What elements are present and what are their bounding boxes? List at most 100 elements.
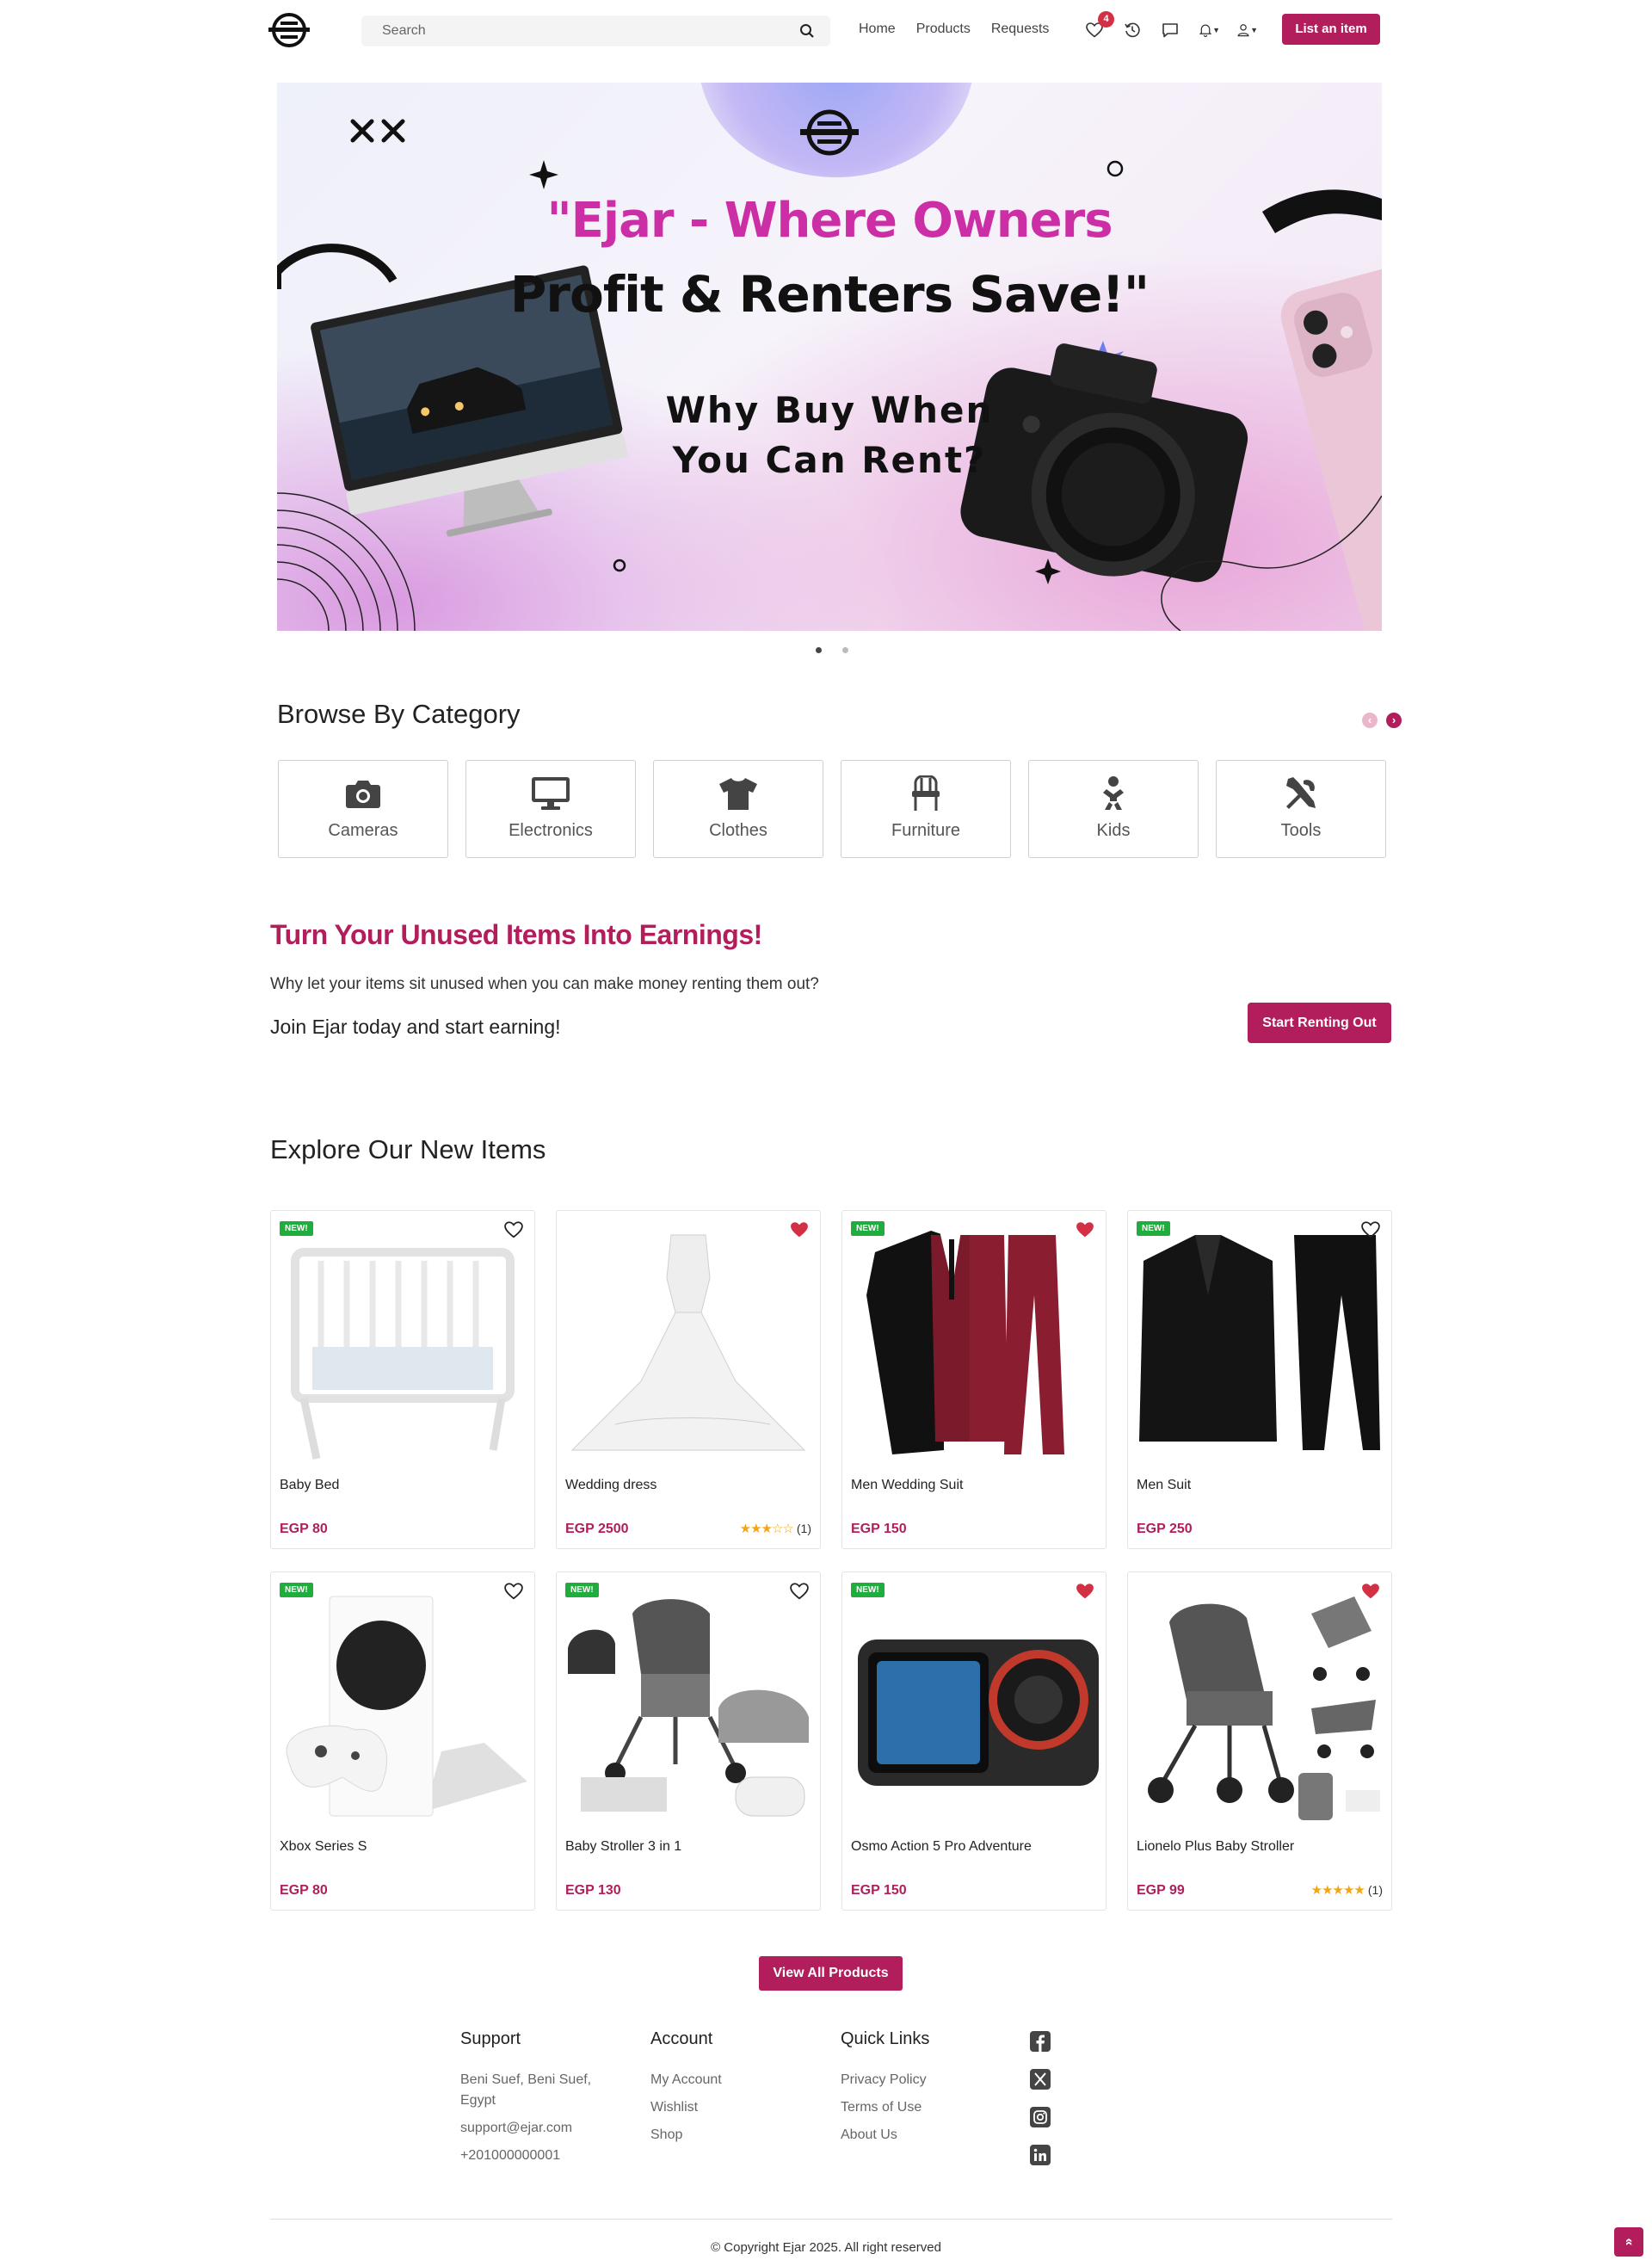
review-count: (1) [796, 1522, 811, 1535]
product-image-men-suit[interactable] [1135, 1218, 1384, 1467]
footer-phone[interactable]: +201000000001 [460, 2146, 615, 2166]
product-card[interactable]: NEW! Osmo Action 5 Pro Adventure EGP 150 [841, 1572, 1106, 1911]
category-card-tools[interactable]: Tools [1216, 760, 1386, 858]
navbar: Home Products Requests 4 ▼ ▼ List an ite… [0, 0, 1652, 60]
heart-filled-icon[interactable] [790, 1221, 809, 1238]
hero-banner[interactable]: "Ejar - Where Owners Profit & Renters Sa… [277, 83, 1382, 631]
footer-link-shop[interactable]: Shop [650, 2125, 722, 2146]
new-badge: NEW! [851, 1221, 885, 1236]
wishlist-heart-icon[interactable]: 4 [1086, 11, 1114, 40]
heart-icon[interactable] [504, 1583, 523, 1600]
carousel-dot-1[interactable] [816, 647, 822, 653]
product-card[interactable]: Lionelo Plus Baby Stroller EGP 99 ★★★★★ … [1127, 1572, 1392, 1911]
product-image-wedding-dress[interactable] [564, 1218, 813, 1467]
search-input[interactable] [382, 15, 786, 46]
nav-link-products[interactable]: Products [916, 22, 971, 37]
product-name[interactable]: Wedding dress [565, 1478, 656, 1493]
new-badge: NEW! [565, 1583, 599, 1597]
product-rating: ★★★★★ (1) [1311, 1882, 1383, 1898]
category-card-electronics[interactable]: Electronics [465, 760, 636, 858]
view-all-products-button[interactable]: View All Products [759, 1956, 903, 1991]
category-label: Electronics [509, 821, 593, 840]
user-account-icon[interactable]: ▼ [1237, 20, 1258, 40]
product-image-baby-stroller[interactable] [564, 1579, 813, 1829]
category-label: Cameras [328, 821, 398, 840]
linkedin-icon[interactable] [1030, 2145, 1051, 2165]
product-card[interactable]: NEW! Baby Stroller 3 in 1 EGP 130 [556, 1572, 821, 1911]
new-badge: NEW! [280, 1583, 313, 1597]
scroll-to-top-icon[interactable]: « [1614, 2227, 1643, 2257]
category-card-kids[interactable]: Kids [1028, 760, 1199, 858]
footer-link-about[interactable]: About Us [841, 2125, 929, 2146]
history-icon[interactable] [1124, 20, 1144, 40]
product-card[interactable]: NEW! Xbox Series S EGP 80 [270, 1572, 535, 1911]
search-icon[interactable] [799, 23, 815, 39]
product-image-baby-bed[interactable] [278, 1218, 527, 1467]
category-card-cameras[interactable]: Cameras [278, 760, 448, 858]
product-card[interactable]: NEW! Baby Bed EGP 80 [270, 1210, 535, 1549]
footer-link-terms[interactable]: Terms of Use [841, 2097, 929, 2118]
product-card[interactable]: Wedding dress EGP 2500 ★★★☆☆ (1) [556, 1210, 821, 1549]
monitor-icon [466, 775, 635, 812]
list-item-button[interactable]: List an item [1282, 14, 1380, 45]
footer-copyright: © Copyright Ejar 2025. All right reserve… [711, 2240, 941, 2255]
search-bar [361, 15, 830, 46]
ejar-logo[interactable] [268, 11, 310, 49]
product-name[interactable]: Osmo Action 5 Pro Adventure [851, 1839, 1032, 1855]
footer-link-privacy[interactable]: Privacy Policy [841, 2070, 929, 2090]
heart-icon[interactable] [1361, 1221, 1380, 1238]
product-image-osmo-action[interactable] [849, 1579, 1099, 1829]
footer-account-title: Account [650, 2029, 713, 2048]
product-name[interactable]: Men Wedding Suit [851, 1478, 963, 1493]
heart-filled-icon[interactable] [1076, 1583, 1094, 1600]
carousel-dots [816, 647, 848, 653]
chevron-left-icon[interactable]: ‹ [1362, 713, 1378, 728]
product-image-lionelo-stroller[interactable] [1135, 1579, 1384, 1829]
category-label: Kids [1096, 821, 1131, 840]
product-name[interactable]: Baby Bed [280, 1478, 339, 1493]
new-badge: NEW! [851, 1583, 885, 1597]
new-items-title: Explore Our New Items [270, 1134, 546, 1164]
nav-link-home[interactable]: Home [859, 22, 896, 37]
chevron-right-icon[interactable]: › [1386, 713, 1402, 728]
product-name[interactable]: Baby Stroller 3 in 1 [565, 1839, 681, 1855]
product-card[interactable]: NEW! Men Suit EGP 250 [1127, 1210, 1392, 1549]
heart-filled-icon[interactable] [1076, 1221, 1094, 1238]
category-label: Furniture [891, 821, 961, 840]
messages-icon[interactable] [1162, 20, 1182, 40]
heart-icon[interactable] [504, 1221, 523, 1238]
hero-headline-line2: Profit & Renters Save!" [509, 265, 1150, 324]
product-image-men-wedding-suit[interactable] [849, 1218, 1099, 1467]
x-icon[interactable] [1030, 2069, 1051, 2090]
product-name[interactable]: Xbox Series S [280, 1839, 367, 1855]
category-card-clothes[interactable]: Clothes [653, 760, 823, 858]
product-name[interactable]: Men Suit [1137, 1478, 1191, 1493]
product-image-xbox-series-s[interactable] [278, 1579, 527, 1829]
start-renting-button[interactable]: Start Renting Out [1248, 1003, 1391, 1043]
product-name[interactable]: Lionelo Plus Baby Stroller [1137, 1839, 1294, 1855]
footer-link-my-account[interactable]: My Account [650, 2070, 722, 2090]
product-price: EGP 80 [280, 1883, 328, 1898]
category-card-furniture[interactable]: Furniture [841, 760, 1011, 858]
footer-link-wishlist[interactable]: Wishlist [650, 2097, 722, 2118]
tshirt-icon [654, 775, 823, 812]
new-badge: NEW! [280, 1221, 313, 1236]
carousel-dot-2[interactable] [842, 647, 848, 653]
nav-link-requests[interactable]: Requests [991, 22, 1050, 37]
star-rating-icon: ★★★★★ [1310, 1883, 1365, 1898]
instagram-icon[interactable] [1030, 2107, 1051, 2127]
footer-email[interactable]: support@ejar.com [460, 2118, 615, 2139]
star-rating-icon: ★★★☆☆ [739, 1522, 794, 1536]
heart-icon[interactable] [790, 1583, 809, 1600]
notifications-bell-icon[interactable]: ▼ [1199, 20, 1220, 40]
hero-tagline-line1: Why Buy When [665, 389, 994, 431]
category-list: Cameras Electronics Clothes Furniture Ki… [278, 760, 1386, 858]
hero-tagline-line2: You Can Rent? [672, 439, 987, 481]
tools-icon [1217, 775, 1385, 812]
facebook-icon[interactable] [1030, 2031, 1051, 2052]
product-card[interactable]: NEW! Men Wedding Suit EGP 150 [841, 1210, 1106, 1549]
chair-icon [841, 775, 1010, 812]
heart-filled-icon[interactable] [1361, 1583, 1380, 1600]
footer-support-title: Support [460, 2029, 521, 2048]
product-price: EGP 150 [851, 1883, 907, 1898]
